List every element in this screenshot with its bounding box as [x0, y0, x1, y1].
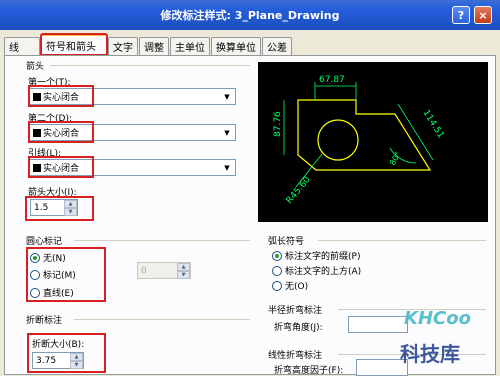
highlight-center-marks	[26, 247, 106, 302]
close-button[interactable]: ×	[474, 6, 492, 24]
chevron-down-icon[interactable]: ▼	[219, 160, 235, 175]
window-title: 修改标注样式: 3_Plane_Drawing	[160, 9, 340, 22]
preview-canvas: 67.87 87.76 114.51 80° R45.60	[258, 62, 488, 222]
highlight-second-arrow	[28, 121, 94, 143]
arrowheads-separator	[50, 65, 250, 66]
chevron-down-icon[interactable]: ▼	[219, 125, 235, 140]
jog-angle-input[interactable]	[348, 316, 408, 333]
tab-lines[interactable]: 线	[4, 37, 40, 55]
center-marks-separator	[74, 240, 250, 241]
jog-height-label: 折弯高度因子(F):	[274, 366, 344, 376]
center-size-stepper[interactable]: 0 ▲ ▼	[137, 262, 191, 279]
radio-selected-icon	[272, 250, 282, 261]
watermark-text: 科技库	[400, 342, 460, 366]
linear-jog-group-label: 线性折弯标注	[268, 351, 323, 361]
tab-alternate-units[interactable]: 换算单位	[211, 37, 261, 55]
dim-radius-text: R45.60	[285, 175, 313, 206]
tab-tolerances[interactable]: 公差	[262, 37, 292, 55]
center-marks-group-label: 圆心标记	[26, 237, 63, 247]
tab-text[interactable]: 文字	[108, 37, 138, 55]
highlight-break-size	[27, 333, 106, 373]
dim-left-text: 87.76	[273, 111, 283, 137]
preview-hole-circle	[317, 119, 359, 161]
dim-top-text: 67.87	[319, 75, 345, 85]
tab-symbols-arrows[interactable]: 符号和箭头	[40, 33, 108, 56]
dim-break-separator	[74, 319, 250, 320]
highlight-leader	[28, 156, 94, 178]
highlight-arrow-size	[25, 196, 94, 221]
jog-angle-label: 折弯角度(J):	[274, 323, 323, 333]
tab-strip: 线 符号和箭头 文字 调整 主单位 换算单位 公差	[4, 33, 293, 56]
arc-prefix-radio[interactable]: 标注文字的前缀(P)	[272, 249, 360, 262]
arc-none-label: 无(O)	[285, 282, 309, 292]
radio-icon	[272, 265, 282, 276]
preview-drawing: 67.87 87.76 114.51 80° R45.60	[273, 75, 446, 206]
highlight-first-arrow	[28, 85, 94, 107]
arc-above-radio[interactable]: 标注文字的上方(A)	[272, 264, 361, 277]
stepper-up-icon[interactable]: ▲	[177, 263, 190, 271]
tab-fit[interactable]: 调整	[139, 37, 169, 55]
arc-none-radio[interactable]: 无(O)	[272, 279, 308, 292]
help-button[interactable]: ?	[452, 6, 470, 24]
arrowheads-group-label: 箭头	[26, 62, 45, 72]
watermark: KHCoo 科技库	[400, 298, 498, 373]
arc-length-separator	[318, 240, 486, 241]
radius-jog-group-label: 半径折弯标注	[268, 306, 323, 316]
center-size-value: 0	[141, 265, 147, 276]
arc-above-label: 标注文字的上方(A)	[285, 267, 362, 277]
arc-prefix-label: 标注文字的前缀(P)	[285, 252, 361, 262]
stepper-buttons[interactable]: ▲ ▼	[177, 263, 190, 279]
dim-diag-text: 114.51	[420, 108, 445, 140]
stepper-down-icon[interactable]: ▼	[177, 271, 190, 279]
watermark-logo: KHCoo	[404, 308, 471, 329]
radio-icon	[272, 280, 282, 291]
arc-length-group-label: 弧长符号	[268, 237, 305, 247]
dim-break-group-label: 折断标注	[26, 316, 63, 326]
tab-primary-units[interactable]: 主单位	[170, 37, 210, 55]
chevron-down-icon[interactable]: ▼	[219, 89, 235, 104]
title-bar: 修改标注样式: 3_Plane_Drawing ? ×	[0, 0, 500, 30]
